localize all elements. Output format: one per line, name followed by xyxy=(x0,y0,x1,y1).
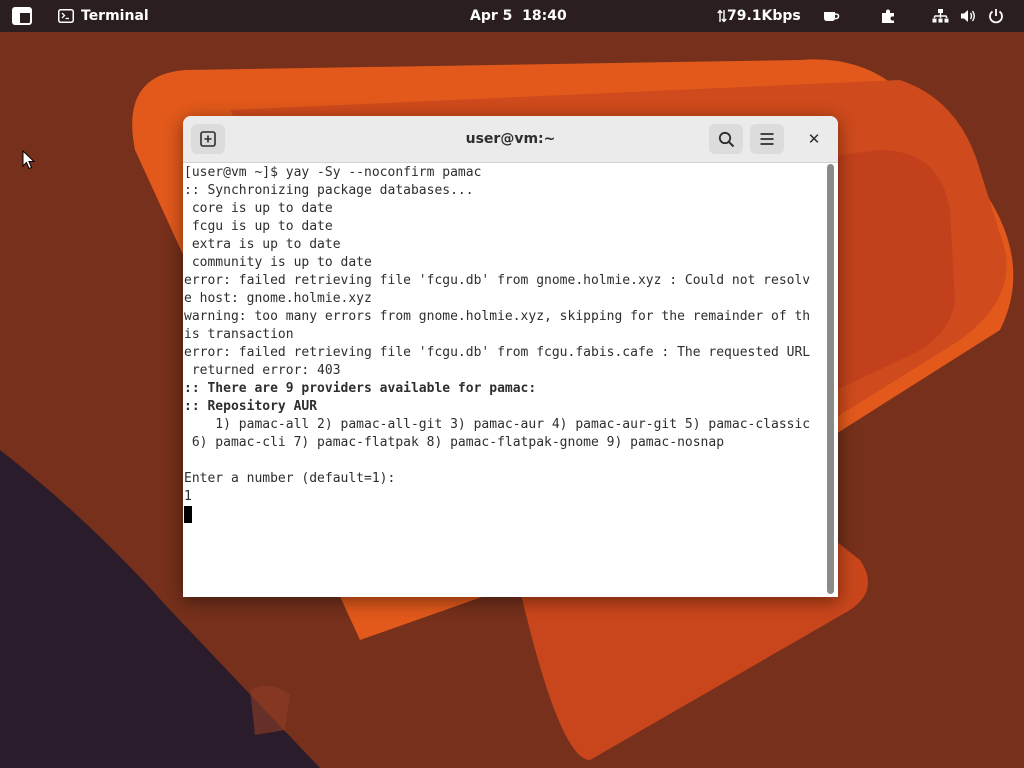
search-icon xyxy=(718,131,734,147)
terminal-line: :: There are 9 providers available for p… xyxy=(184,381,537,396)
app-menu-label: Terminal xyxy=(81,8,149,24)
activities-grid-icon[interactable] xyxy=(8,0,36,32)
terminal-line: returned error: 403 xyxy=(184,363,341,378)
terminal-line: [user@vm ~]$ yay -Sy --noconfirm pamac xyxy=(184,165,482,180)
terminal-line: e host: gnome.holmie.xyz xyxy=(184,291,372,306)
terminal-output[interactable]: [user@vm ~]$ yay -Sy --noconfirm pamac :… xyxy=(184,163,824,597)
close-button[interactable]: ✕ xyxy=(802,127,826,151)
terminal-line: 1 xyxy=(184,489,192,504)
scrollbar-thumb[interactable] xyxy=(827,164,834,594)
system-tray[interactable] xyxy=(932,0,1004,32)
terminal-line: fcgu is up to date xyxy=(184,219,333,234)
terminal-line: is transaction xyxy=(184,327,294,342)
terminal-scrollbar[interactable] xyxy=(827,164,834,594)
network-wired-icon xyxy=(932,9,949,23)
terminal-line: :: Repository AUR xyxy=(184,399,318,414)
terminal-line: Enter a number (default=1): xyxy=(184,471,396,486)
terminal-line: 1) pamac-all 2) pamac-all-git 3) pamac-a… xyxy=(184,417,811,432)
terminal-line: warning: too many errors from gnome.holm… xyxy=(184,309,811,324)
clock[interactable]: Apr 5 18:40 xyxy=(470,0,567,32)
terminal-line: community is up to date xyxy=(184,255,372,270)
top-bar: Terminal Apr 5 18:40 79.1Kbps xyxy=(0,0,1024,32)
network-speed-value: 79.1Kbps xyxy=(727,8,801,24)
up-down-arrows-icon xyxy=(717,9,727,23)
terminal-line: 6) pamac-cli 7) pamac-flatpak 8) pamac-f… xyxy=(184,435,725,450)
new-tab-button[interactable] xyxy=(191,124,225,154)
network-speed-indicator[interactable]: 79.1Kbps xyxy=(717,0,801,32)
terminal-cursor-line xyxy=(184,506,824,524)
close-icon: ✕ xyxy=(807,130,821,148)
terminal-headerbar[interactable]: user@vm:~ ✕ xyxy=(183,116,838,163)
coffee-cup-icon[interactable] xyxy=(822,0,840,32)
terminal-icon xyxy=(58,9,74,23)
main-menu-button[interactable] xyxy=(750,124,784,154)
app-menu-button[interactable]: Terminal xyxy=(58,0,149,32)
mouse-pointer-icon xyxy=(22,150,36,170)
hamburger-menu-icon xyxy=(760,133,774,145)
terminal-line: core is up to date xyxy=(184,201,333,216)
new-tab-icon xyxy=(200,131,216,147)
terminal-line: extra is up to date xyxy=(184,237,341,252)
terminal-window[interactable]: user@vm:~ ✕ [user@vm ~]$ yay -Sy --nocon… xyxy=(183,116,838,597)
terminal-cursor xyxy=(184,506,192,523)
volume-icon xyxy=(961,10,975,22)
puzzle-piece-icon[interactable] xyxy=(879,0,897,32)
search-button[interactable] xyxy=(709,124,743,154)
power-icon xyxy=(989,9,1003,24)
terminal-line: :: Synchronizing package databases... xyxy=(184,183,474,198)
terminal-line: error: failed retrieving file 'fcgu.db' … xyxy=(184,345,811,360)
terminal-line: error: failed retrieving file 'fcgu.db' … xyxy=(184,273,811,288)
